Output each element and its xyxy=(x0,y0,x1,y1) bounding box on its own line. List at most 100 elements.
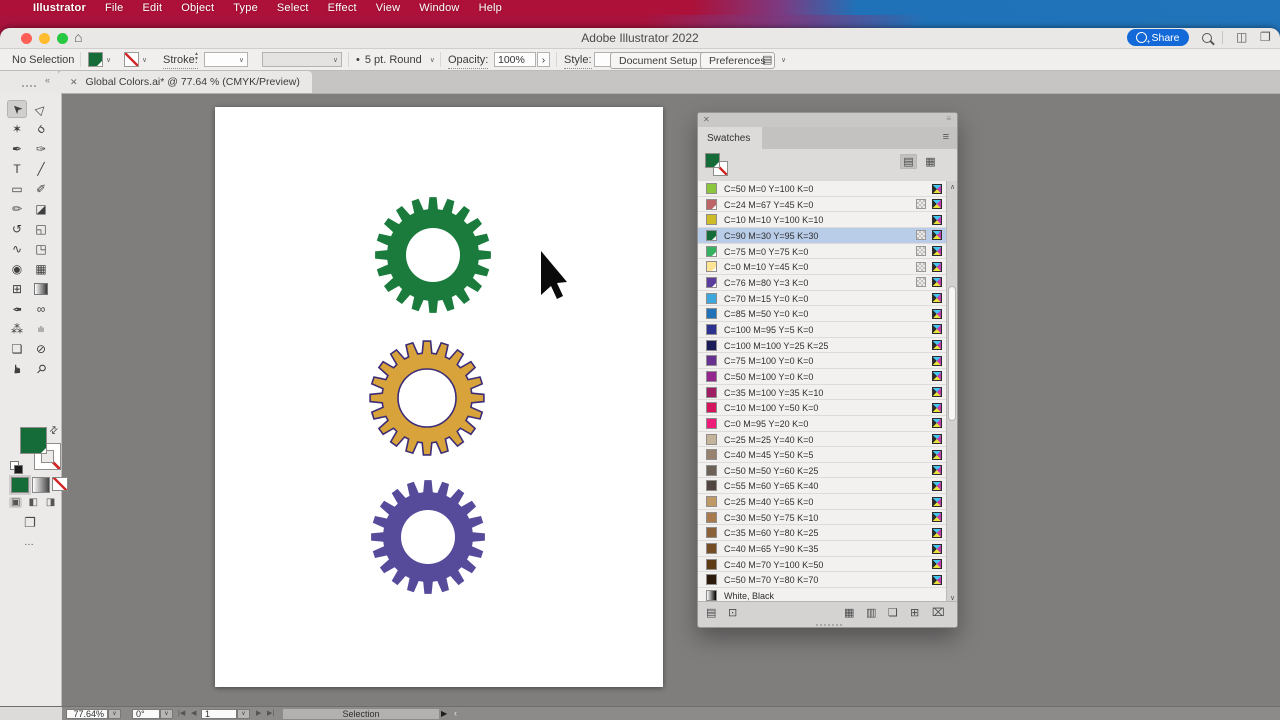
swatch-row[interactable]: C=35 M=100 Y=35 K=10 xyxy=(698,385,957,401)
new-swatch-icon[interactable]: ⊞ xyxy=(910,606,919,619)
paintbrush-tool[interactable]: ✐ xyxy=(31,180,51,198)
stroke-weight-stepper[interactable]: ▲ ▼ xyxy=(194,52,199,67)
add-to-library-icon[interactable]: ⊡ xyxy=(728,606,737,619)
width-tool[interactable]: ∿ xyxy=(7,240,27,258)
menu-file[interactable]: File xyxy=(105,2,124,14)
zoom-level-field[interactable]: 77.64% xyxy=(66,708,108,719)
panel-grip[interactable] xyxy=(22,85,36,87)
scale-tool[interactable]: ◱ xyxy=(31,220,51,238)
document-setup-button[interactable]: Document Setup xyxy=(610,52,707,69)
color-mode-button[interactable] xyxy=(11,477,29,493)
workspace-switcher-icon[interactable]: ◫ xyxy=(1236,30,1247,44)
zoom-select-chevron[interactable]: ∨ xyxy=(108,708,121,719)
menu-effect[interactable]: Effect xyxy=(328,2,357,14)
stroke-weight-field[interactable]: ∨ xyxy=(204,52,248,67)
menu-type[interactable]: Type xyxy=(233,2,258,14)
status-menu-arrow[interactable]: ▶ xyxy=(441,709,447,718)
pencil-tool[interactable]: ✏ xyxy=(7,200,27,218)
drawing-mode-2[interactable]: ◨ xyxy=(44,497,57,508)
lasso-tool[interactable]: σ xyxy=(31,120,51,138)
type-tool[interactable]: T xyxy=(7,160,27,178)
swatch-kinds-icon[interactable]: ▦ xyxy=(844,606,854,619)
column-graph-tool[interactable]: ılı xyxy=(31,320,51,338)
swatch-row[interactable]: C=76 M=80 Y=3 K=0 xyxy=(698,275,957,291)
shape-builder-tool[interactable]: ◉ xyxy=(7,260,27,278)
arrange-documents-icon[interactable]: ❐ xyxy=(1260,30,1271,44)
panel-drag-grip[interactable]: ≡ xyxy=(946,114,951,123)
panel-fill-chip[interactable] xyxy=(705,153,720,168)
symbol-sprayer-tool[interactable]: ⁂ xyxy=(7,320,27,338)
opacity-label[interactable]: Opacity: xyxy=(448,52,489,69)
swatch-row[interactable]: C=100 M=95 Y=5 K=0 xyxy=(698,322,957,338)
menu-window[interactable]: Window xyxy=(419,2,459,14)
magic-wand-tool[interactable]: ✶ xyxy=(7,120,27,138)
brush-definition-select[interactable]: • 5 pt. Round ∨ xyxy=(356,52,435,67)
none-mode-button[interactable] xyxy=(52,477,68,491)
gradient-mode-button[interactable] xyxy=(32,477,50,493)
swatches-panel-titlebar[interactable]: ✕ ≡ xyxy=(698,113,957,127)
swatch-row[interactable]: C=75 M=0 Y=75 K=0 xyxy=(698,244,957,260)
swap-fill-stroke-icon[interactable]: ⇄ xyxy=(47,424,61,438)
swatch-row[interactable]: C=50 M=0 Y=100 K=0 xyxy=(698,181,957,197)
swatch-row[interactable]: C=30 M=50 Y=75 K=10 xyxy=(698,510,957,526)
artboard-select-chevron[interactable]: ∨ xyxy=(237,708,250,719)
rectangle-tool[interactable]: ▭ xyxy=(7,180,27,198)
style-label[interactable]: Style: xyxy=(564,52,592,69)
stroke-color-swatch[interactable]: ∨ xyxy=(124,52,147,67)
share-button[interactable]: Share xyxy=(1127,29,1189,46)
swatch-row[interactable]: C=55 M=60 Y=65 K=40 xyxy=(698,478,957,495)
opacity-field[interactable]: 100% xyxy=(494,52,536,67)
pen-tool[interactable]: ✒ xyxy=(7,140,27,158)
swatch-row[interactable]: C=40 M=65 Y=90 K=35 xyxy=(698,541,957,557)
swatch-row[interactable]: C=85 M=50 Y=0 K=0 xyxy=(698,306,957,322)
scroll-up-icon[interactable]: ∧ xyxy=(948,183,957,191)
stroke-label[interactable]: Stroke: xyxy=(163,52,198,69)
swatch-row[interactable]: C=10 M=10 Y=100 K=10 xyxy=(698,212,957,228)
eraser-tool[interactable]: ◪ xyxy=(31,200,51,218)
selection-tool[interactable]: ➤ xyxy=(7,100,27,118)
close-tab-icon[interactable]: ✕ xyxy=(70,77,78,88)
status-display[interactable]: Selection xyxy=(283,708,439,719)
scrollbar-thumb[interactable] xyxy=(948,286,956,421)
opacity-more-button[interactable]: › xyxy=(537,52,550,67)
delete-swatch-icon[interactable]: ⌧ xyxy=(932,606,945,619)
mesh-tool[interactable]: ⊞ xyxy=(7,280,27,298)
panel-resize-grip[interactable] xyxy=(816,624,842,626)
chevron-down-icon[interactable]: ∨ xyxy=(781,52,786,67)
curvature-tool[interactable]: ✑ xyxy=(31,140,51,158)
menu-help[interactable]: Help xyxy=(479,2,502,14)
artboard[interactable] xyxy=(215,107,663,687)
menu-object[interactable]: Object xyxy=(181,2,214,14)
rotation-select-chevron[interactable]: ∨ xyxy=(160,708,173,719)
perspective-grid-tool[interactable]: ▦ xyxy=(31,260,51,278)
drawing-mode-1[interactable]: ◧ xyxy=(26,497,39,508)
swatch-row[interactable]: C=35 M=60 Y=80 K=25 xyxy=(698,525,957,542)
collapse-panel-icon[interactable]: « xyxy=(45,75,50,85)
menu-edit[interactable]: Edit xyxy=(142,2,162,14)
swatch-row[interactable]: C=100 M=100 Y=25 K=25 xyxy=(698,338,957,354)
menu-select[interactable]: Select xyxy=(277,2,309,14)
swatch-row[interactable]: C=50 M=100 Y=0 K=0 xyxy=(698,369,957,385)
search-icon[interactable] xyxy=(1202,33,1212,43)
swatch-row[interactable]: C=0 M=10 Y=45 K=0 xyxy=(698,259,957,275)
prev-artboard-button[interactable]: ◀ xyxy=(191,709,196,717)
swatch-row[interactable]: C=25 M=40 Y=65 K=0 xyxy=(698,494,957,510)
tab-swatches[interactable]: Swatches xyxy=(698,127,762,149)
list-view-button[interactable]: ▤ xyxy=(900,154,917,169)
close-panel-icon[interactable]: ✕ xyxy=(703,115,710,124)
line-segment-tool[interactable]: ╱ xyxy=(31,160,51,178)
swatch-row[interactable]: C=40 M=70 Y=100 K=50 xyxy=(698,557,957,573)
swatch-list-scrollbar[interactable]: ∧ ∨ xyxy=(946,181,957,604)
drawing-mode-0[interactable]: ▣ xyxy=(9,497,23,508)
grid-view-button[interactable]: ▦ xyxy=(922,154,939,169)
rotation-field[interactable]: 0° xyxy=(132,708,160,719)
swatch-row[interactable]: C=75 M=100 Y=0 K=0 xyxy=(698,353,957,369)
swatch-options-icon[interactable]: ▥ xyxy=(866,606,876,619)
zoom-tool[interactable]: ⚲ xyxy=(31,360,51,378)
swatch-row[interactable]: C=24 M=67 Y=45 K=0 xyxy=(698,197,957,213)
variable-width-profile-select[interactable]: ∨ xyxy=(262,52,342,67)
blend-tool[interactable]: ∞ xyxy=(31,300,51,318)
rotate-tool[interactable]: ↺ xyxy=(7,220,27,238)
eyedropper-tool[interactable]: ✒ xyxy=(7,300,27,318)
direct-selection-tool[interactable]: ▷ xyxy=(31,100,51,118)
